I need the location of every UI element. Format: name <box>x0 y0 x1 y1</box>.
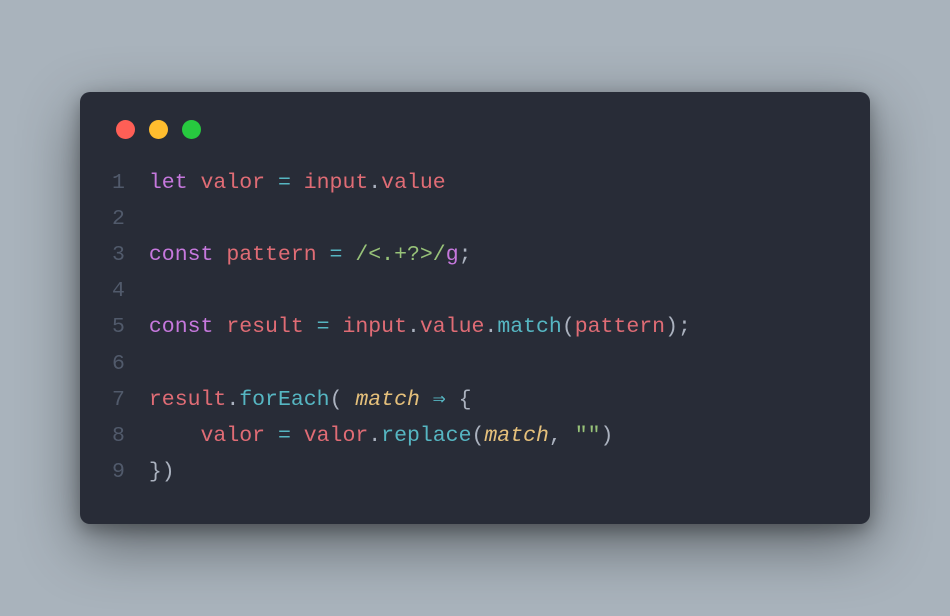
code-token: . <box>484 315 497 339</box>
code-token: . <box>407 315 420 339</box>
code-line: valor = valor.replace(match, "") <box>149 418 838 454</box>
code-token: = <box>317 315 343 339</box>
code-line: }) <box>149 454 838 490</box>
code-token: . <box>368 171 381 195</box>
code-token: value <box>420 315 485 339</box>
code-token: ( <box>562 315 575 339</box>
code-token: input <box>304 171 369 195</box>
code-token: let <box>149 171 201 195</box>
code-line: let valor = input.value <box>149 165 838 201</box>
code-token: input <box>342 315 407 339</box>
code-token: ); <box>665 315 691 339</box>
code-token: const <box>149 243 226 267</box>
code-token: result <box>149 388 226 412</box>
code-token: valor <box>201 424 278 448</box>
code-token: valor <box>201 171 278 195</box>
close-icon[interactable] <box>116 120 135 139</box>
code-window: 123456789 let valor = input.value const … <box>80 92 870 524</box>
code-token: result <box>226 315 316 339</box>
code-token: g <box>446 243 459 267</box>
line-number: 7 <box>112 382 125 418</box>
code-line <box>149 201 838 237</box>
code-line <box>149 273 838 309</box>
code-token <box>149 424 201 448</box>
code-token: . <box>368 424 381 448</box>
code-token: valor <box>304 424 369 448</box>
code-token: pattern <box>226 243 329 267</box>
line-number: 5 <box>112 309 125 345</box>
code-token: forEach <box>239 388 329 412</box>
code-token: match <box>355 388 420 412</box>
code-line: const pattern = /<.+?>/g; <box>149 237 838 273</box>
code-token: match <box>484 424 549 448</box>
code-token: ( <box>472 424 485 448</box>
line-number: 4 <box>112 273 125 309</box>
code-token <box>420 388 433 412</box>
code-content: let valor = input.value const pattern = … <box>149 165 838 490</box>
line-number-gutter: 123456789 <box>112 165 149 490</box>
code-token: match <box>497 315 562 339</box>
code-token: ) <box>601 424 614 448</box>
line-number: 9 <box>112 454 125 490</box>
code-editor: 123456789 let valor = input.value const … <box>112 165 838 490</box>
line-number: 6 <box>112 346 125 382</box>
code-token: value <box>381 171 446 195</box>
code-token: ⇒ <box>433 388 446 412</box>
code-token: const <box>149 315 226 339</box>
code-token: /<.+?>/ <box>355 243 445 267</box>
line-number: 3 <box>112 237 125 273</box>
code-token: , <box>549 424 575 448</box>
code-token: = <box>330 243 356 267</box>
minimize-icon[interactable] <box>149 120 168 139</box>
code-token: pattern <box>575 315 665 339</box>
window-traffic-lights <box>116 120 838 139</box>
code-token: = <box>278 171 304 195</box>
code-token: "" <box>575 424 601 448</box>
code-token: = <box>278 424 304 448</box>
code-token: { <box>446 388 472 412</box>
code-token: }) <box>149 460 175 484</box>
code-token: ; <box>459 243 472 267</box>
line-number: 8 <box>112 418 125 454</box>
code-line <box>149 346 838 382</box>
code-token: ( <box>330 388 356 412</box>
code-line: const result = input.value.match(pattern… <box>149 309 838 345</box>
zoom-icon[interactable] <box>182 120 201 139</box>
code-line: result.forEach( match ⇒ { <box>149 382 838 418</box>
code-token: replace <box>381 424 471 448</box>
line-number: 2 <box>112 201 125 237</box>
code-token: . <box>226 388 239 412</box>
line-number: 1 <box>112 165 125 201</box>
